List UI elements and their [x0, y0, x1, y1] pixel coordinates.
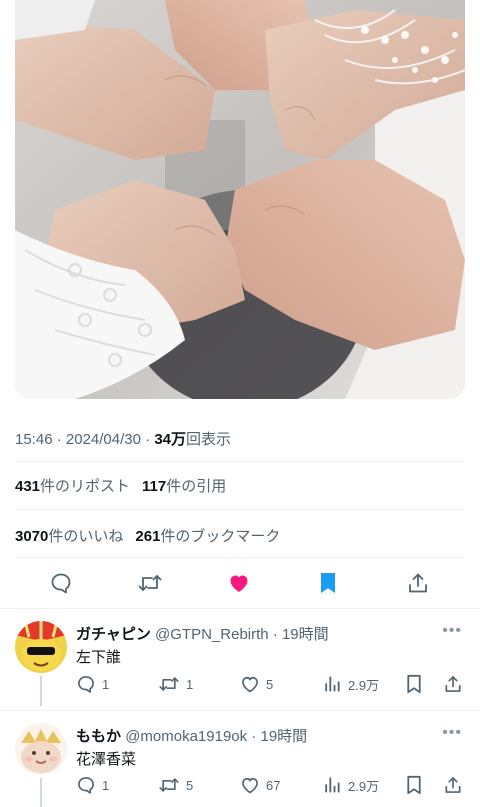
heart-icon	[230, 575, 248, 592]
speech-bubble-icon	[51, 573, 71, 594]
avatar[interactable]	[15, 723, 67, 775]
divider	[15, 461, 465, 462]
views-count: 34万	[154, 431, 186, 448]
bookmarks-label: 件のブックマーク	[160, 528, 281, 545]
retweet-arrows-icon	[159, 677, 179, 691]
like-button[interactable]	[224, 568, 254, 598]
bar-chart-icon	[325, 777, 340, 793]
reply-reply-button[interactable]: 1	[76, 674, 109, 694]
divider	[0, 608, 480, 609]
yellow-character-avatar	[15, 621, 67, 673]
retweet-count: 5	[186, 777, 194, 793]
reply-text: 左下誰	[76, 649, 122, 666]
bookmarks-link[interactable]: 261件のブックマーク	[135, 528, 280, 545]
cartoon-face-avatar	[15, 723, 67, 775]
reply-author-handle[interactable]: @GTPN_Rebirth	[155, 626, 269, 643]
retweet-button[interactable]	[135, 568, 165, 598]
heart-icon	[242, 676, 258, 693]
bookmarks-count: 261	[135, 528, 161, 545]
bookmark-icon	[407, 775, 421, 795]
more-dots-icon: •••	[442, 724, 462, 741]
reply-time[interactable]: 19時間	[282, 626, 329, 643]
bookmark-button[interactable]	[313, 568, 343, 598]
share-upload-icon	[445, 777, 461, 793]
more-dots-icon: •••	[442, 622, 462, 639]
views-label: 回表示	[186, 431, 232, 448]
reply-retweet-button[interactable]: 1	[158, 674, 193, 694]
avatar[interactable]	[15, 621, 67, 673]
reply-like-button[interactable]: 67	[240, 775, 280, 795]
quotes-count: 117	[142, 478, 167, 495]
reposts-link[interactable]: 431件のリポスト	[15, 478, 130, 495]
reply-author-name[interactable]: ガチャピン	[76, 626, 151, 643]
likes-count: 3070	[15, 528, 49, 545]
meta-dot: ·	[247, 728, 261, 745]
share-button[interactable]	[403, 568, 433, 598]
divider	[15, 509, 465, 510]
reply-share-button[interactable]	[443, 674, 463, 694]
view-count: 2.9万	[348, 778, 380, 794]
likes-link[interactable]: 3070件のいいね	[15, 528, 123, 545]
reply-count: 1	[102, 777, 110, 793]
reposts-count: 431	[15, 478, 41, 495]
tweet-date[interactable]: 2024/04/30	[66, 431, 141, 448]
like-bookmark-stats: 3070件のいいね 261件のブックマーク	[15, 525, 280, 546]
reply-text: 花澤香菜	[76, 751, 137, 768]
heart-icon	[242, 777, 258, 794]
meta-dot: ·	[145, 431, 155, 448]
retweet-arrows-icon	[159, 778, 179, 792]
divider	[0, 710, 480, 711]
more-options-button[interactable]: •••	[442, 622, 462, 640]
reply-views-button[interactable]: 2.9万	[322, 775, 379, 795]
reply-share-button[interactable]	[443, 775, 463, 795]
meta-dot: ·	[56, 431, 66, 448]
reply-bookmark-button[interactable]	[405, 674, 423, 694]
likes-label: 件のいいね	[48, 528, 124, 545]
view-count: 2.9万	[348, 677, 380, 693]
quotes-link[interactable]: 117件の引用	[142, 478, 226, 495]
retweet-arrows-icon	[138, 575, 162, 591]
reply-reply-button[interactable]: 1	[76, 775, 109, 795]
tweet-time[interactable]: 15:46	[15, 431, 53, 448]
like-count: 5	[266, 676, 274, 692]
divider	[15, 557, 465, 558]
tweet-meta: 15:46 · 2024/04/30 · 34万回表示	[15, 428, 231, 449]
bookmark-icon	[321, 573, 335, 593]
thread-line	[40, 676, 42, 706]
reply-time[interactable]: 19時間	[261, 728, 308, 745]
speech-bubble-icon	[78, 676, 94, 693]
quotes-label: 件の引用	[166, 478, 227, 495]
reply-retweet-button[interactable]: 5	[158, 775, 193, 795]
bookmark-icon	[407, 674, 421, 694]
reply-views-button[interactable]: 2.9万	[322, 674, 379, 694]
reposts-label: 件のリポスト	[40, 478, 131, 495]
meta-dot: ·	[268, 626, 282, 643]
thread-line	[40, 778, 42, 807]
like-count: 67	[266, 777, 281, 793]
bar-chart-icon	[325, 676, 340, 692]
hands-photo-illustration	[15, 0, 465, 399]
reply-author-name[interactable]: ももか	[76, 728, 121, 745]
share-upload-icon	[445, 676, 461, 692]
reply-count: 1	[102, 676, 110, 692]
reply-like-button[interactable]: 5	[240, 674, 273, 694]
reply-author-handle[interactable]: @momoka1919ok	[125, 728, 247, 745]
reply-header: ガチャピン @GTPN_Rebirth · 19時間	[76, 623, 329, 644]
more-options-button[interactable]: •••	[442, 724, 462, 742]
reply-header: ももか @momoka1919ok · 19時間	[76, 725, 307, 746]
speech-bubble-icon	[78, 777, 94, 794]
tweet-photo[interactable]	[15, 0, 465, 399]
retweet-count: 1	[186, 676, 194, 692]
repost-quote-stats: 431件のリポスト 117件の引用	[15, 475, 226, 496]
reply-button[interactable]	[46, 568, 76, 598]
reply-bookmark-button[interactable]	[405, 775, 423, 795]
share-upload-icon	[409, 573, 427, 593]
